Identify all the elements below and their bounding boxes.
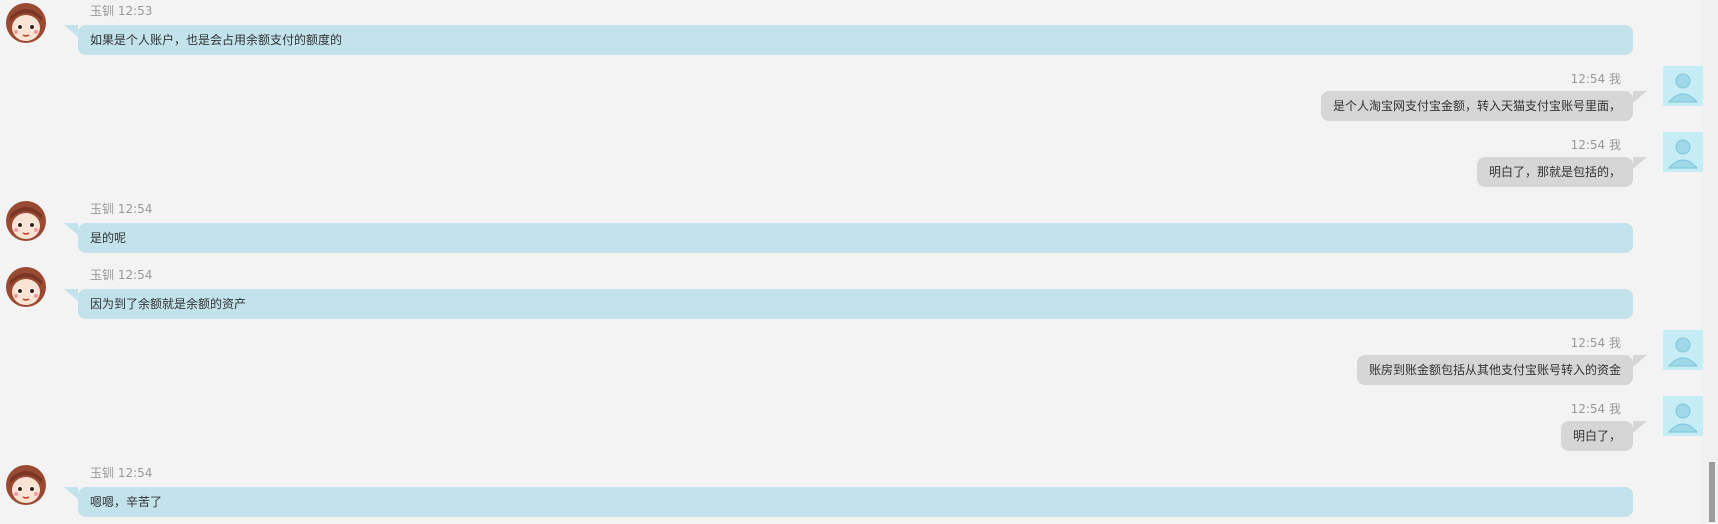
sender-name: 玉钏 [90, 268, 115, 282]
message-bubble: 明白了， [1560, 421, 1648, 451]
message-bubble: 明白了，那就是包括的， [1476, 157, 1648, 187]
default-user-avatar-icon[interactable] [1663, 132, 1703, 172]
message-meta: 玉钏 12:53 [90, 2, 152, 19]
default-user-avatar-icon[interactable] [1663, 66, 1703, 106]
message-text: 是个人淘宝网支付宝金额，转入天猫支付宝账号里面， [1332, 99, 1621, 113]
message-bubble: 账房到账金额包括从其他支付宝账号转入的资金 [1356, 355, 1648, 385]
message-item: 玉钏 12:53 如果是个人账户，也是会占用余额支付的额度的 [0, 0, 1703, 60]
sender-name: 玉钏 [90, 202, 115, 216]
message-item: 12:54 我 是个人淘宝网支付宝金额，转入天猫支付宝账号里面， [0, 66, 1703, 126]
message-item: 玉钏 12:54 嗯嗯，辛苦了 [0, 462, 1703, 522]
message-time: 12:53 [117, 4, 153, 18]
message-time: 12:54 [1570, 72, 1606, 86]
cartoon-girl-avatar-icon[interactable] [6, 465, 46, 505]
message-item: 玉钏 12:54 因为到了余额就是余额的资产 [0, 264, 1703, 324]
message-text: 是的呢 [90, 231, 127, 245]
message-time: 12:54 [117, 268, 153, 282]
cartoon-girl-avatar-icon[interactable] [6, 201, 46, 241]
message-bubble: 如果是个人账户，也是会占用余额支付的额度的 [64, 25, 1633, 55]
message-bubble: 嗯嗯，辛苦了 [64, 487, 1633, 517]
message-item: 12:54 我 明白了，那就是包括的， [0, 132, 1703, 192]
chat-history: 玉钏 12:53 如果是个人账户，也是会占用余额支付的额度的 12:54 我 是… [0, 0, 1703, 524]
sender-name: 玉钏 [90, 4, 115, 18]
message-meta: 12:54 我 [1571, 70, 1621, 87]
default-user-avatar-icon[interactable] [1663, 396, 1703, 436]
message-time: 12:54 [1570, 336, 1606, 350]
message-time: 12:54 [117, 202, 153, 216]
default-user-avatar-icon[interactable] [1663, 330, 1703, 370]
message-item: 12:54 我 明白了， [0, 396, 1703, 456]
sender-name: 我 [1608, 336, 1621, 350]
message-text: 因为到了余额就是余额的资产 [90, 297, 247, 311]
sender-name: 我 [1608, 138, 1621, 152]
message-meta: 12:54 我 [1571, 334, 1621, 351]
message-meta: 12:54 我 [1571, 136, 1621, 153]
message-item: 玉钏 12:54 是的呢 [0, 198, 1703, 258]
message-text: 如果是个人账户，也是会占用余额支付的额度的 [90, 33, 343, 47]
message-bubble: 因为到了余额就是余额的资产 [64, 289, 1633, 319]
message-meta: 12:54 我 [1571, 400, 1621, 417]
message-text: 账房到账金额包括从其他支付宝账号转入的资金 [1368, 363, 1621, 377]
sender-name: 玉钏 [90, 466, 115, 480]
message-time: 12:54 [1570, 402, 1606, 416]
message-bubble: 是个人淘宝网支付宝金额，转入天猫支付宝账号里面， [1320, 91, 1648, 121]
message-bubble: 是的呢 [64, 223, 1633, 253]
message-meta: 玉钏 12:54 [90, 266, 152, 283]
message-text: 明白了， [1572, 429, 1621, 443]
cartoon-girl-avatar-icon[interactable] [6, 267, 46, 307]
scrollbar-thumb[interactable] [1709, 462, 1715, 522]
message-meta: 玉钏 12:54 [90, 200, 152, 217]
sender-name: 我 [1608, 402, 1621, 416]
message-meta: 玉钏 12:54 [90, 464, 152, 481]
cartoon-girl-avatar-icon[interactable] [6, 3, 46, 43]
vertical-scrollbar[interactable] [1703, 0, 1718, 524]
message-text: 明白了，那就是包括的， [1488, 165, 1621, 179]
message-time: 12:54 [117, 466, 153, 480]
message-text: 嗯嗯，辛苦了 [90, 495, 163, 509]
message-time: 12:54 [1570, 138, 1606, 152]
sender-name: 我 [1608, 72, 1621, 86]
message-item: 12:54 我 账房到账金额包括从其他支付宝账号转入的资金 [0, 330, 1703, 390]
